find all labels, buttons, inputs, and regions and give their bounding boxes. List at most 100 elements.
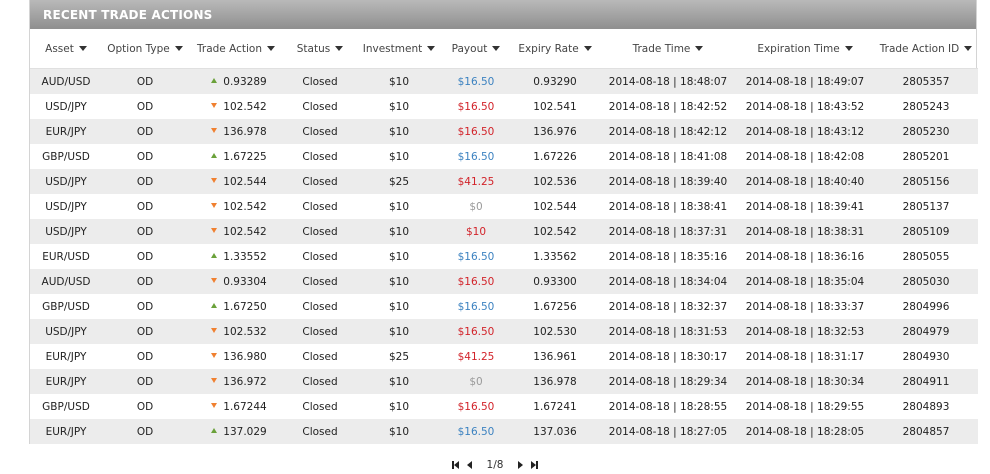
cell-expiration-time: 2014-08-18 | 18:36:16 — [736, 244, 874, 269]
cell-status: Closed — [284, 344, 356, 369]
cell-option-type: OD — [102, 94, 188, 119]
column-header-investment[interactable]: Investment — [356, 29, 442, 69]
column-header-asset[interactable]: Asset — [30, 29, 102, 69]
cell-status: Closed — [284, 68, 356, 94]
arrow-down-icon — [211, 128, 217, 133]
cell-status: Closed — [284, 269, 356, 294]
sort-down-icon[interactable] — [492, 46, 501, 51]
cell-expiration-time: 2014-08-18 | 18:31:17 — [736, 344, 874, 369]
cell-trade-time: 2014-08-18 | 18:42:52 — [600, 94, 736, 119]
cell-id: 2804911 — [874, 369, 978, 394]
cell-investment: $25 — [356, 169, 442, 194]
cell-trade-action: 102.542 — [188, 194, 284, 219]
table-row: EUR/JPY OD 136.972 Closed $10 $0 136.978 2014-0… — [30, 369, 978, 394]
cell-expiry-rate: 102.544 — [510, 194, 600, 219]
cell-asset: GBP/USD — [30, 144, 102, 169]
cell-payout: $16.50 — [442, 394, 510, 419]
cell-trade-action: 1.67250 — [188, 294, 284, 319]
cell-investment: $10 — [356, 269, 442, 294]
cell-investment: $10 — [356, 119, 442, 144]
cell-option-type: OD — [102, 269, 188, 294]
cell-id: 2805201 — [874, 144, 978, 169]
cell-status: Closed — [284, 169, 356, 194]
table-row: USD/JPY OD 102.544 Closed $25 $41.25 102.536 20… — [30, 169, 978, 194]
prev-page-icon[interactable] — [463, 459, 477, 471]
arrow-down-icon — [211, 328, 217, 333]
cell-trade-action: 102.532 — [188, 319, 284, 344]
column-label: Payout — [451, 42, 488, 55]
next-page-icon[interactable] — [513, 459, 527, 471]
arrow-down-icon — [211, 178, 217, 183]
sort-down-icon[interactable] — [266, 46, 275, 51]
table-row: USD/JPY OD 102.532 Closed $10 $16.50 102.530 20… — [30, 319, 978, 344]
cell-investment: $10 — [356, 68, 442, 94]
column-header-inner: Expiration Time — [757, 42, 853, 55]
column-header-option-type[interactable]: Option Type — [102, 29, 188, 69]
cell-trade-action: 137.029 — [188, 419, 284, 444]
column-header-status[interactable]: Status — [284, 29, 356, 69]
cell-expiration-time: 2014-08-18 | 18:32:53 — [736, 319, 874, 344]
cell-trade-action: 136.972 — [188, 369, 284, 394]
column-header-inner: Option Type — [107, 43, 183, 55]
cell-id: 2804979 — [874, 319, 978, 344]
cell-trade-action: 102.542 — [188, 219, 284, 244]
sort-down-icon[interactable] — [964, 46, 973, 51]
cell-investment: $10 — [356, 394, 442, 419]
table-row: AUD/USD OD 0.93304 Closed $10 $16.50 0.93300 20… — [30, 269, 978, 294]
cell-investment: $10 — [356, 94, 442, 119]
cell-expiration-time: 2014-08-18 | 18:33:37 — [736, 294, 874, 319]
sort-down-icon[interactable] — [335, 46, 344, 51]
cell-investment: $10 — [356, 219, 442, 244]
cell-trade-time: 2014-08-18 | 18:27:05 — [600, 419, 736, 444]
recent-trades-panel: RECENT TRADE ACTIONS Asset Option Type Tra… — [29, 0, 978, 444]
cell-expiration-time: 2014-08-18 | 18:42:08 — [736, 144, 874, 169]
panel-title: RECENT TRADE ACTIONS — [43, 7, 213, 22]
cell-payout: $0 — [442, 369, 510, 394]
cell-asset: AUD/USD — [30, 68, 102, 94]
cell-trade-time: 2014-08-18 | 18:32:37 — [600, 294, 736, 319]
column-header-trade-time[interactable]: Trade Time — [600, 29, 736, 69]
cell-asset: EUR/JPY — [30, 344, 102, 369]
sort-down-icon[interactable] — [695, 46, 704, 51]
column-label: Option Type — [107, 42, 170, 55]
sort-down-icon[interactable] — [78, 46, 87, 51]
cell-expiration-time: 2014-08-18 | 18:43:52 — [736, 94, 874, 119]
sort-down-icon[interactable] — [427, 46, 436, 51]
arrow-up-icon — [211, 153, 217, 158]
cell-option-type: OD — [102, 319, 188, 344]
cell-asset: EUR/JPY — [30, 419, 102, 444]
cell-trade-time: 2014-08-18 | 18:28:55 — [600, 394, 736, 419]
cell-asset: EUR/JPY — [30, 119, 102, 144]
column-header-inner: Trade Action ID — [880, 43, 973, 55]
first-page-icon[interactable] — [449, 459, 463, 471]
sort-down-icon[interactable] — [583, 46, 592, 51]
cell-id: 2805156 — [874, 169, 978, 194]
sort-down-icon[interactable] — [844, 46, 853, 51]
column-header-expiration-time[interactable]: Expiration Time — [736, 29, 874, 69]
column-header-payout[interactable]: Payout — [442, 29, 510, 69]
table-row: EUR/USD OD 1.33552 Closed $10 $16.50 1.33562 20… — [30, 244, 978, 269]
last-page-icon[interactable] — [527, 459, 541, 471]
table-row: AUD/USD OD 0.93289 Closed $10 $16.50 0.93290 20… — [30, 68, 978, 94]
cell-asset: USD/JPY — [30, 194, 102, 219]
table-row: GBP/USD OD 1.67244 Closed $10 $16.50 1.67241 20… — [30, 394, 978, 419]
column-header-expiry-rate[interactable]: Expiry Rate — [510, 29, 600, 69]
arrow-down-icon — [211, 228, 217, 233]
cell-expiration-time: 2014-08-18 | 18:35:04 — [736, 269, 874, 294]
sort-down-icon[interactable] — [174, 46, 183, 51]
column-header-inner: Trade Action — [197, 43, 275, 55]
cell-trade-time: 2014-08-18 | 18:30:17 — [600, 344, 736, 369]
cell-trade-action: 102.544 — [188, 169, 284, 194]
column-header-trade-action-id[interactable]: Trade Action ID — [874, 29, 978, 69]
column-header-inner: Trade Time — [633, 43, 704, 55]
column-header-trade-action[interactable]: Trade Action — [188, 29, 284, 69]
cell-asset: GBP/USD — [30, 394, 102, 419]
cell-investment: $10 — [356, 294, 442, 319]
cell-status: Closed — [284, 419, 356, 444]
cell-option-type: OD — [102, 419, 188, 444]
cell-id: 2804857 — [874, 419, 978, 444]
cell-status: Closed — [284, 219, 356, 244]
cell-investment: $10 — [356, 419, 442, 444]
column-label: Expiration Time — [757, 42, 840, 55]
cell-asset: USD/JPY — [30, 169, 102, 194]
